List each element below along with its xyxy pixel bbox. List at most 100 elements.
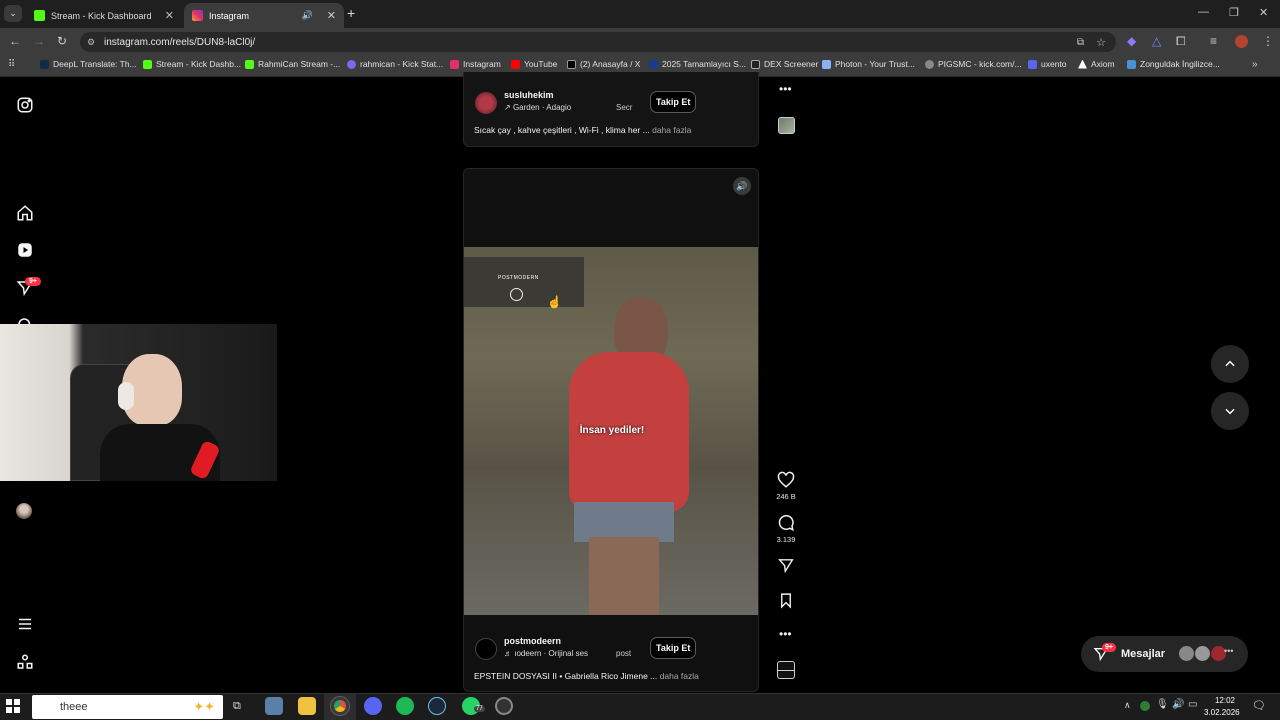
recording-app-icon[interactable]: [495, 697, 513, 715]
new-tab-button[interactable]: +: [347, 5, 355, 21]
bookmark-axiom[interactable]: Axiom: [1078, 59, 1115, 69]
network-icon[interactable]: ▭: [1188, 699, 1197, 710]
audio-thumbnail[interactable]: [778, 117, 795, 134]
audio-playing-icon[interactable]: 🔊: [302, 10, 313, 21]
author-username[interactable]: susluhekim: [504, 90, 554, 100]
profile-avatar[interactable]: [1235, 35, 1248, 48]
discord-icon[interactable]: [364, 697, 382, 715]
file-explorer-icon[interactable]: [298, 697, 316, 715]
steam-icon[interactable]: [428, 697, 446, 715]
comment-icon[interactable]: [776, 514, 796, 532]
tray-app-icon[interactable]: [1140, 701, 1150, 711]
trending-arrow-icon: ↗: [504, 103, 513, 112]
clock-date[interactable]: 3.02.2026: [1204, 708, 1240, 717]
reels-icon[interactable]: [16, 241, 34, 259]
chevron-down-icon: [1225, 408, 1235, 415]
taskbar-search-box[interactable]: theee ✦✦: [32, 695, 223, 719]
video-overlay-text: İnsan yediler!: [579, 425, 645, 436]
bookmark-youtube[interactable]: YouTube: [511, 59, 557, 69]
messages-button[interactable]: 9+ Mesajlar •••: [1081, 636, 1248, 672]
reload-icon[interactable]: ↻: [57, 34, 67, 48]
close-window-icon[interactable]: ✕: [1259, 6, 1268, 19]
spotify-icon[interactable]: [396, 697, 414, 715]
follow-button[interactable]: Takip Et: [650, 91, 697, 113]
chevron-up-icon: [1225, 360, 1235, 367]
bookmark-kick-stats[interactable]: rahmican - Kick Stat...: [347, 59, 443, 69]
back-icon[interactable]: ←: [9, 34, 21, 48]
reel-caption: EPSTEIN DOSYASI II • Gabriella Rico Jime…: [474, 671, 699, 681]
active-app-indicator: [324, 694, 356, 720]
bookmark-instagram[interactable]: Instagram: [450, 59, 501, 69]
more-options-icon[interactable]: •••: [779, 627, 792, 641]
video-figure-legs: [589, 537, 659, 615]
address-bar[interactable]: ⚙ instagram.com/reels/DUN8-laCl0j/ ⧉ ☆: [80, 32, 1116, 52]
clock-time[interactable]: 12:02: [1213, 696, 1237, 705]
instagram-icon: [192, 10, 203, 21]
audio-thumbnail[interactable]: [777, 661, 795, 679]
profile-avatar[interactable]: [16, 503, 32, 519]
previous-reel-button[interactable]: [1211, 345, 1249, 383]
taskbar-app-icon[interactable]: [265, 697, 283, 715]
notification-center-icon[interactable]: 🗨: [1252, 699, 1266, 712]
like-icon[interactable]: [776, 471, 796, 489]
bookmark-rahmican-stream[interactable]: RahmiCan Stream -...: [245, 59, 340, 69]
extension-triangle-icon[interactable]: △: [1152, 34, 1161, 48]
bookmark-pigsmc[interactable]: PIGSMC - kick.com/...: [925, 59, 1022, 69]
task-view-icon[interactable]: ⧉: [233, 700, 241, 713]
home-icon[interactable]: [16, 204, 34, 222]
bookmark-dex-screener[interactable]: DEX Screener: [751, 59, 818, 69]
browser-menu-icon[interactable]: ⋮: [1262, 34, 1274, 48]
minimize-icon[interactable]: —: [1198, 6, 1209, 18]
site-info-icon[interactable]: ⚙: [87, 37, 95, 48]
instagram-logo-icon[interactable]: [16, 96, 34, 114]
follow-button[interactable]: Takip Et: [650, 637, 697, 659]
close-tab-icon[interactable]: ✕: [327, 9, 336, 22]
install-app-icon[interactable]: ⧉: [1077, 37, 1084, 48]
bookmark-uxento[interactable]: uxento: [1028, 59, 1067, 69]
restore-icon[interactable]: ❐: [1229, 6, 1239, 19]
bookmark-tamamlayici[interactable]: 2025 Tamamlayıcı S...: [649, 59, 746, 69]
bookmark-deepl[interactable]: DeepL Translate: Th...: [40, 59, 137, 69]
more-options-icon[interactable]: •••: [779, 82, 792, 96]
close-tab-icon[interactable]: ✕: [165, 9, 174, 22]
bookmark-x[interactable]: (2) Anasayfa / X: [567, 59, 640, 69]
author-avatar[interactable]: [475, 92, 497, 114]
bookmark-zonguldak[interactable]: Zonguldak İngilizce...: [1127, 59, 1220, 69]
webcam-overlay: [0, 324, 277, 481]
tab-kick-dashboard[interactable]: Stream - Kick Dashboard ✕: [26, 3, 182, 28]
photon-icon: [822, 59, 831, 69]
tab-search-button[interactable]: ⌄: [4, 5, 22, 22]
start-button[interactable]: [6, 699, 20, 713]
browser-tab-strip: ⌄ Stream - Kick Dashboard ✕ Instagram 🔊 …: [0, 0, 1280, 28]
author-username[interactable]: postmodeern: [504, 636, 561, 646]
audio-info[interactable]: ♬ ıodeern · Orijinal ses: [504, 649, 588, 658]
apps-grid-icon[interactable]: ⠿: [8, 59, 15, 70]
more-contacts-icon: •••: [1224, 646, 1234, 656]
audio-extra: post: [616, 649, 632, 658]
more-bookmarks-icon[interactable]: »: [1252, 59, 1258, 70]
mute-toggle-icon[interactable]: 🔊: [733, 177, 751, 195]
share-icon[interactable]: [776, 557, 796, 574]
extension-purple-icon[interactable]: ◆: [1127, 34, 1136, 48]
more-menu-icon[interactable]: [16, 615, 34, 633]
video-watermark: POSTMODERN: [498, 275, 539, 281]
bookmark-kick-dashboard[interactable]: Stream - Kick Dashb...: [143, 59, 241, 69]
more-link[interactable]: daha fazla: [660, 671, 699, 681]
bookmark-photon[interactable]: Photon - Your Trust...: [822, 59, 915, 69]
audio-info[interactable]: ↗ Garden · Adagio: [504, 103, 571, 112]
save-bookmark-icon[interactable]: [776, 592, 796, 609]
extensions-icon[interactable]: ⧠: [1176, 34, 1186, 49]
speaker-icon[interactable]: 🔊: [1172, 699, 1184, 710]
media-control-icon[interactable]: ≡: [1210, 34, 1217, 48]
forward-icon[interactable]: →: [33, 34, 45, 48]
tab-instagram[interactable]: Instagram 🔊 ✕: [184, 3, 344, 28]
also-from-meta-icon[interactable]: [16, 653, 34, 671]
show-hidden-icons[interactable]: ∧: [1124, 700, 1131, 711]
microphone-icon[interactable]: 🎙: [1156, 699, 1169, 710]
more-link[interactable]: daha fazla: [652, 125, 691, 135]
reel-video[interactable]: POSTMODERN İnsan yediler! ☝: [464, 247, 758, 615]
author-avatar[interactable]: [475, 638, 497, 660]
dex-icon: [751, 59, 760, 69]
next-reel-button[interactable]: [1211, 392, 1249, 430]
bookmark-star-icon[interactable]: ☆: [1096, 36, 1106, 49]
